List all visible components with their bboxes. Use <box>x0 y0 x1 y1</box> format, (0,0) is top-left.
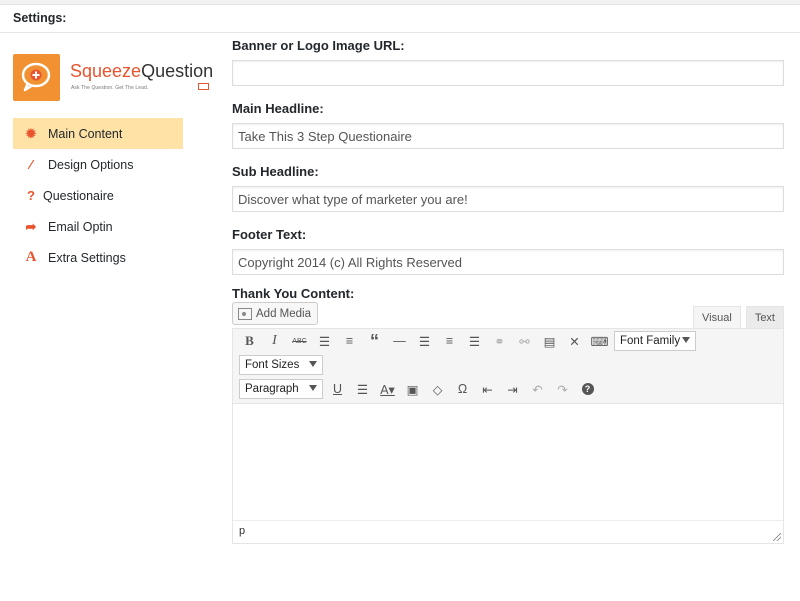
tab-visual[interactable]: Visual <box>693 306 741 329</box>
subheadline-label: Sub Headline: <box>232 164 319 179</box>
link-icon[interactable]: ⚭ <box>487 330 512 352</box>
banner-url-input[interactable] <box>232 60 784 86</box>
sidebar-item-label: Main Content <box>48 126 123 141</box>
headline-input[interactable] <box>232 123 784 149</box>
indent-icon[interactable]: ⇥ <box>500 378 525 400</box>
element-path[interactable]: p <box>239 525 245 537</box>
editor-content-area[interactable] <box>233 403 783 520</box>
chevron-down-icon <box>309 385 317 391</box>
sidebar-item-label: Extra Settings <box>48 250 126 265</box>
align-center-icon[interactable]: ≡ <box>437 330 462 352</box>
text-color-icon[interactable]: A▾ <box>375 378 400 400</box>
thankyou-label: Thank You Content: <box>232 286 355 301</box>
logo-name: SqueezeQuestion <box>70 61 214 81</box>
add-media-button[interactable]: Add Media <box>232 302 318 325</box>
sidebar-item-label: Design Options <box>48 157 134 172</box>
gear-icon: ✹ <box>25 125 37 141</box>
toolbar-toggle-icon[interactable]: ⌨ <box>587 330 612 352</box>
paragraph-format-select[interactable]: Paragraph <box>239 379 323 399</box>
panel-title: Settings: <box>0 5 800 33</box>
undo-icon[interactable]: ↶ <box>525 378 550 400</box>
redo-icon[interactable]: ↷ <box>550 378 575 400</box>
read-more-icon[interactable]: ▤ <box>537 330 562 352</box>
horizontal-line-icon[interactable]: — <box>387 330 412 352</box>
toolbar-row-2: Font Sizes <box>233 353 783 377</box>
question-mark-icon: ? <box>27 188 35 203</box>
outdent-icon[interactable]: ⇤ <box>475 378 500 400</box>
toolbar-row-3: Paragraph U ☰ A▾ ▣ ◇ Ω ⇤ ⇥ ↶ ↷ ? <box>233 377 783 401</box>
mail-icon <box>198 83 209 90</box>
unlink-icon[interactable]: ⚯ <box>512 330 537 352</box>
paragraph-format-value: Paragraph <box>245 383 299 395</box>
font-sizes-value: Font Sizes <box>245 359 300 371</box>
sidebar-item-extra-settings[interactable]: A Extra Settings <box>13 242 183 273</box>
main-form: Banner or Logo Image URL: Main Headline:… <box>232 38 784 544</box>
sidebar-item-main-content[interactable]: ✹ Main Content <box>13 118 183 149</box>
chevron-down-icon <box>309 361 317 367</box>
fullscreen-icon[interactable]: ✕ <box>562 330 587 352</box>
sidebar-item-questionaire[interactable]: ? Questionaire <box>13 180 183 211</box>
tab-text[interactable]: Text <box>745 306 784 329</box>
resize-handle-icon[interactable] <box>773 533 781 541</box>
editor-header: Add Media Visual Text <box>232 302 784 329</box>
add-media-label: Add Media <box>256 307 311 320</box>
blockquote-icon[interactable]: “ <box>362 330 387 352</box>
bold-button[interactable]: B <box>237 330 262 352</box>
headline-label: Main Headline: <box>232 101 324 116</box>
editor-tabs: Visual Text <box>688 306 784 329</box>
logo-icon <box>13 54 60 101</box>
help-icon[interactable]: ? <box>575 378 600 400</box>
magic-wand-icon: ⁄ <box>29 157 33 172</box>
sidebar-item-label: Email Optin <box>48 219 113 234</box>
sidebar: SqueezeQuestion Ask The Question. Get Th… <box>0 34 213 601</box>
strikethrough-button[interactable]: ABC <box>287 330 312 352</box>
clear-formatting-icon[interactable]: ◇ <box>425 378 450 400</box>
footer-text-input[interactable] <box>232 249 784 275</box>
align-left-icon[interactable]: ☰ <box>412 330 437 352</box>
rich-text-editor: B I ABC ☰ ≡ “ — ☰ ≡ ☰ ⚭ ⚯ ▤ ✕ ⌨ Font Fam… <box>232 328 784 544</box>
paste-text-icon[interactable]: ▣ <box>400 378 425 400</box>
banner-label: Banner or Logo Image URL: <box>232 38 405 53</box>
italic-button[interactable]: I <box>262 330 287 352</box>
align-right-icon[interactable]: ☰ <box>462 330 487 352</box>
logo: SqueezeQuestion Ask The Question. Get Th… <box>13 54 213 102</box>
numbered-list-icon[interactable]: ≡ <box>337 330 362 352</box>
settings-panel: Settings: SqueezeQuestion Ask The Questi… <box>0 4 800 601</box>
font-sizes-select[interactable]: Font Sizes <box>239 355 323 375</box>
font-family-select[interactable]: Font Family <box>614 331 696 351</box>
bullet-list-icon[interactable]: ☰ <box>312 330 337 352</box>
sidebar-item-design-options[interactable]: ⁄ Design Options <box>13 149 183 180</box>
sidebar-item-email-optin[interactable]: ➦ Email Optin <box>13 211 183 242</box>
chevron-down-icon <box>682 337 690 343</box>
toolbar-row-1: B I ABC ☰ ≡ “ — ☰ ≡ ☰ ⚭ ⚯ ▤ ✕ ⌨ Font Fam… <box>233 329 783 353</box>
logo-tagline: Ask The Question. Get The Lead. <box>71 85 149 91</box>
sidebar-item-label: Questionaire <box>43 188 114 203</box>
footer-label: Footer Text: <box>232 227 307 242</box>
editor-status-bar: p <box>233 520 783 543</box>
font-a-icon: A <box>25 249 37 265</box>
underline-button[interactable]: U <box>325 378 350 400</box>
share-arrow-icon: ➦ <box>25 218 37 234</box>
sidebar-nav: ✹ Main Content ⁄ Design Options ? Questi… <box>13 118 183 273</box>
media-icon <box>238 307 252 320</box>
special-character-button[interactable]: Ω <box>450 378 475 400</box>
subheadline-input[interactable] <box>232 186 784 212</box>
justify-icon[interactable]: ☰ <box>350 378 375 400</box>
font-family-value: Font Family <box>620 335 681 347</box>
